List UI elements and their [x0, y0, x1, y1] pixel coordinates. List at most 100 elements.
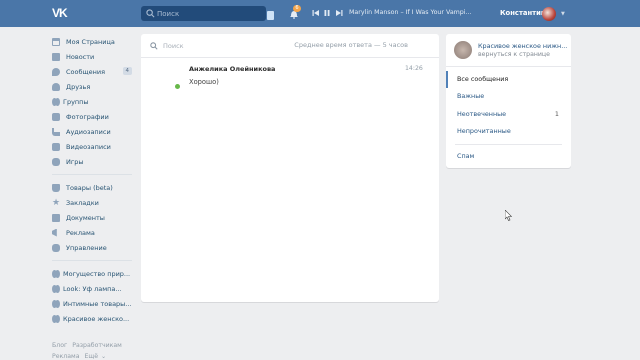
- footer-link-developers[interactable]: Разработчикам: [72, 342, 122, 349]
- friends-icon: [52, 82, 60, 91]
- community-header[interactable]: Красивое женское нижн... вернуться к стр…: [446, 34, 571, 67]
- online-indicator: [175, 84, 180, 89]
- header-search[interactable]: [141, 6, 266, 21]
- filter-spam[interactable]: Спам: [446, 148, 571, 165]
- sidebar-item-label: Look: Уф лампа...: [63, 284, 122, 293]
- sidebar-item-audio[interactable]: Аудиозаписи: [52, 124, 136, 139]
- sidebar-item-ads[interactable]: Реклама: [52, 225, 136, 240]
- sidebar-item-label: Сообщения: [66, 67, 106, 76]
- messages-search-bar: Среднее время ответа — 5 часов: [141, 34, 439, 58]
- filter-label: Неотвеченные: [457, 110, 507, 118]
- sidebar-item-label: Могущество прир...: [63, 269, 131, 278]
- unanswered-count: 1: [554, 110, 559, 118]
- sidebar-item-label: Друзья: [66, 82, 91, 91]
- current-track[interactable]: Marylin Manson – If I Was Your Vampi...: [349, 9, 479, 16]
- filter-unanswered[interactable]: Неотвеченные 1: [446, 106, 571, 123]
- sidebar-item-label: Моя Страница: [66, 37, 115, 46]
- audio-icon: [52, 127, 60, 136]
- bookmarks-icon: ★: [52, 197, 61, 208]
- sidebar-item-bookmarks[interactable]: ★ Закладки: [52, 195, 136, 210]
- shield-icon[interactable]: [267, 11, 274, 20]
- messages-search-input[interactable]: [163, 38, 283, 54]
- search-icon: [146, 9, 155, 18]
- vk-logo[interactable]: VK: [52, 6, 70, 20]
- top-header: VK 6 Marylin Manson – If I Was Your Vamp…: [0, 0, 640, 27]
- notifications-badge: 6: [293, 5, 301, 12]
- sidebar-item-messages[interactable]: Сообщения 4: [52, 64, 136, 79]
- ads-icon: [52, 228, 57, 237]
- messages-panel: Среднее время ответа — 5 часов Анжелика …: [141, 34, 439, 302]
- sidebar-item-label: Фотографии: [66, 112, 109, 121]
- sidebar-item-label: Документы: [66, 213, 105, 222]
- sidebar-item-photos[interactable]: Фотографии: [52, 109, 136, 124]
- sidebar-item-my-page[interactable]: Моя Страница: [52, 34, 136, 49]
- group-icon: [52, 299, 57, 308]
- dialog-row[interactable]: Анжелика Олейникова 14:26 Хорошо): [141, 60, 439, 94]
- header-search-input[interactable]: [157, 6, 262, 21]
- previous-track-icon[interactable]: [312, 9, 320, 17]
- messages-icon: [52, 67, 60, 76]
- profile-avatar[interactable]: [542, 7, 556, 21]
- sidebar-item-label: Игры: [66, 157, 84, 166]
- dialog-name: Анжелика Олейникова: [189, 65, 276, 73]
- group-icon: [52, 284, 57, 293]
- dialog-preview: Хорошо): [189, 78, 219, 86]
- sidebar-item-label: Видеозаписи: [66, 142, 111, 151]
- community-avatar: [454, 41, 472, 59]
- sidebar-item-friends[interactable]: Друзья: [52, 79, 136, 94]
- sidebar-item-label: Закладки: [66, 198, 99, 207]
- sidebar-group-item[interactable]: Интимные товары...: [52, 296, 136, 311]
- sidebar-divider: [52, 174, 132, 175]
- games-icon: [52, 157, 60, 166]
- sidebar-item-label: Группы: [63, 97, 89, 106]
- next-track-icon[interactable]: [335, 9, 343, 17]
- manage-icon: [52, 243, 60, 252]
- filter-all-messages[interactable]: Все сообщения: [446, 71, 571, 88]
- back-to-page-link[interactable]: вернуться к странице: [478, 51, 550, 58]
- news-icon: [52, 52, 60, 61]
- pause-icon[interactable]: [323, 9, 331, 17]
- response-time: Среднее время ответа — 5 часов: [294, 41, 408, 49]
- mouse-cursor-icon: [505, 210, 512, 221]
- filter-unread[interactable]: Непрочитанные: [446, 123, 571, 140]
- footer-link-blog[interactable]: Блог: [52, 342, 67, 349]
- sidebar-item-label: Новости: [66, 52, 95, 61]
- sidebar-item-documents[interactable]: Документы: [52, 210, 136, 225]
- video-icon: [52, 142, 60, 151]
- footer-links: Блог Разработчикам Реклама Ещё ⌄: [52, 340, 136, 360]
- sidebar: Моя Страница Новости Сообщения 4 Друзья Г…: [52, 34, 136, 326]
- sidebar-divider: [52, 260, 132, 261]
- community-title[interactable]: Красивое женское нижн...: [478, 42, 567, 50]
- sidebar-item-manage[interactable]: Управление: [52, 240, 136, 255]
- sidebar-item-label: Управление: [66, 243, 107, 252]
- group-icon: [52, 269, 57, 278]
- sidebar-item-label: Красивое женско...: [63, 314, 130, 323]
- sidebar-group-item[interactable]: Look: Уф лампа...: [52, 281, 136, 296]
- sidebar-item-news[interactable]: Новости: [52, 49, 136, 64]
- sidebar-item-label: Аудиозаписи: [66, 127, 111, 136]
- sidebar-group-item[interactable]: Красивое женско...: [52, 311, 136, 326]
- sidebar-group-item[interactable]: Могущество прир...: [52, 266, 136, 281]
- chevron-down-icon[interactable]: ⌄: [101, 353, 106, 360]
- photos-icon: [52, 112, 60, 121]
- group-icon: [52, 314, 57, 323]
- profile-name[interactable]: Константин: [500, 9, 546, 17]
- footer-link-ads[interactable]: Реклама: [52, 353, 79, 360]
- messages-count-badge: 4: [122, 67, 132, 75]
- sidebar-item-games[interactable]: Игры: [52, 154, 136, 169]
- sidebar-item-label: Товары (beta): [66, 183, 113, 192]
- groups-icon: [52, 97, 57, 106]
- sidebar-item-label: Интимные товары...: [63, 299, 132, 308]
- chevron-down-icon[interactable]: ▼: [561, 11, 567, 17]
- home-icon: [52, 37, 60, 46]
- community-panel: Красивое женское нижн... вернуться к стр…: [446, 34, 571, 168]
- sidebar-item-video[interactable]: Видеозаписи: [52, 139, 136, 154]
- sidebar-item-label: Реклама: [66, 228, 95, 237]
- sidebar-item-groups[interactable]: Группы: [52, 94, 136, 109]
- sidebar-item-shop[interactable]: Товары (beta): [52, 180, 136, 195]
- filter-divider: [455, 144, 562, 145]
- filter-important[interactable]: Важные: [446, 88, 571, 105]
- documents-icon: [52, 213, 60, 222]
- footer-link-more[interactable]: Ещё: [84, 353, 98, 360]
- search-icon: [150, 42, 158, 50]
